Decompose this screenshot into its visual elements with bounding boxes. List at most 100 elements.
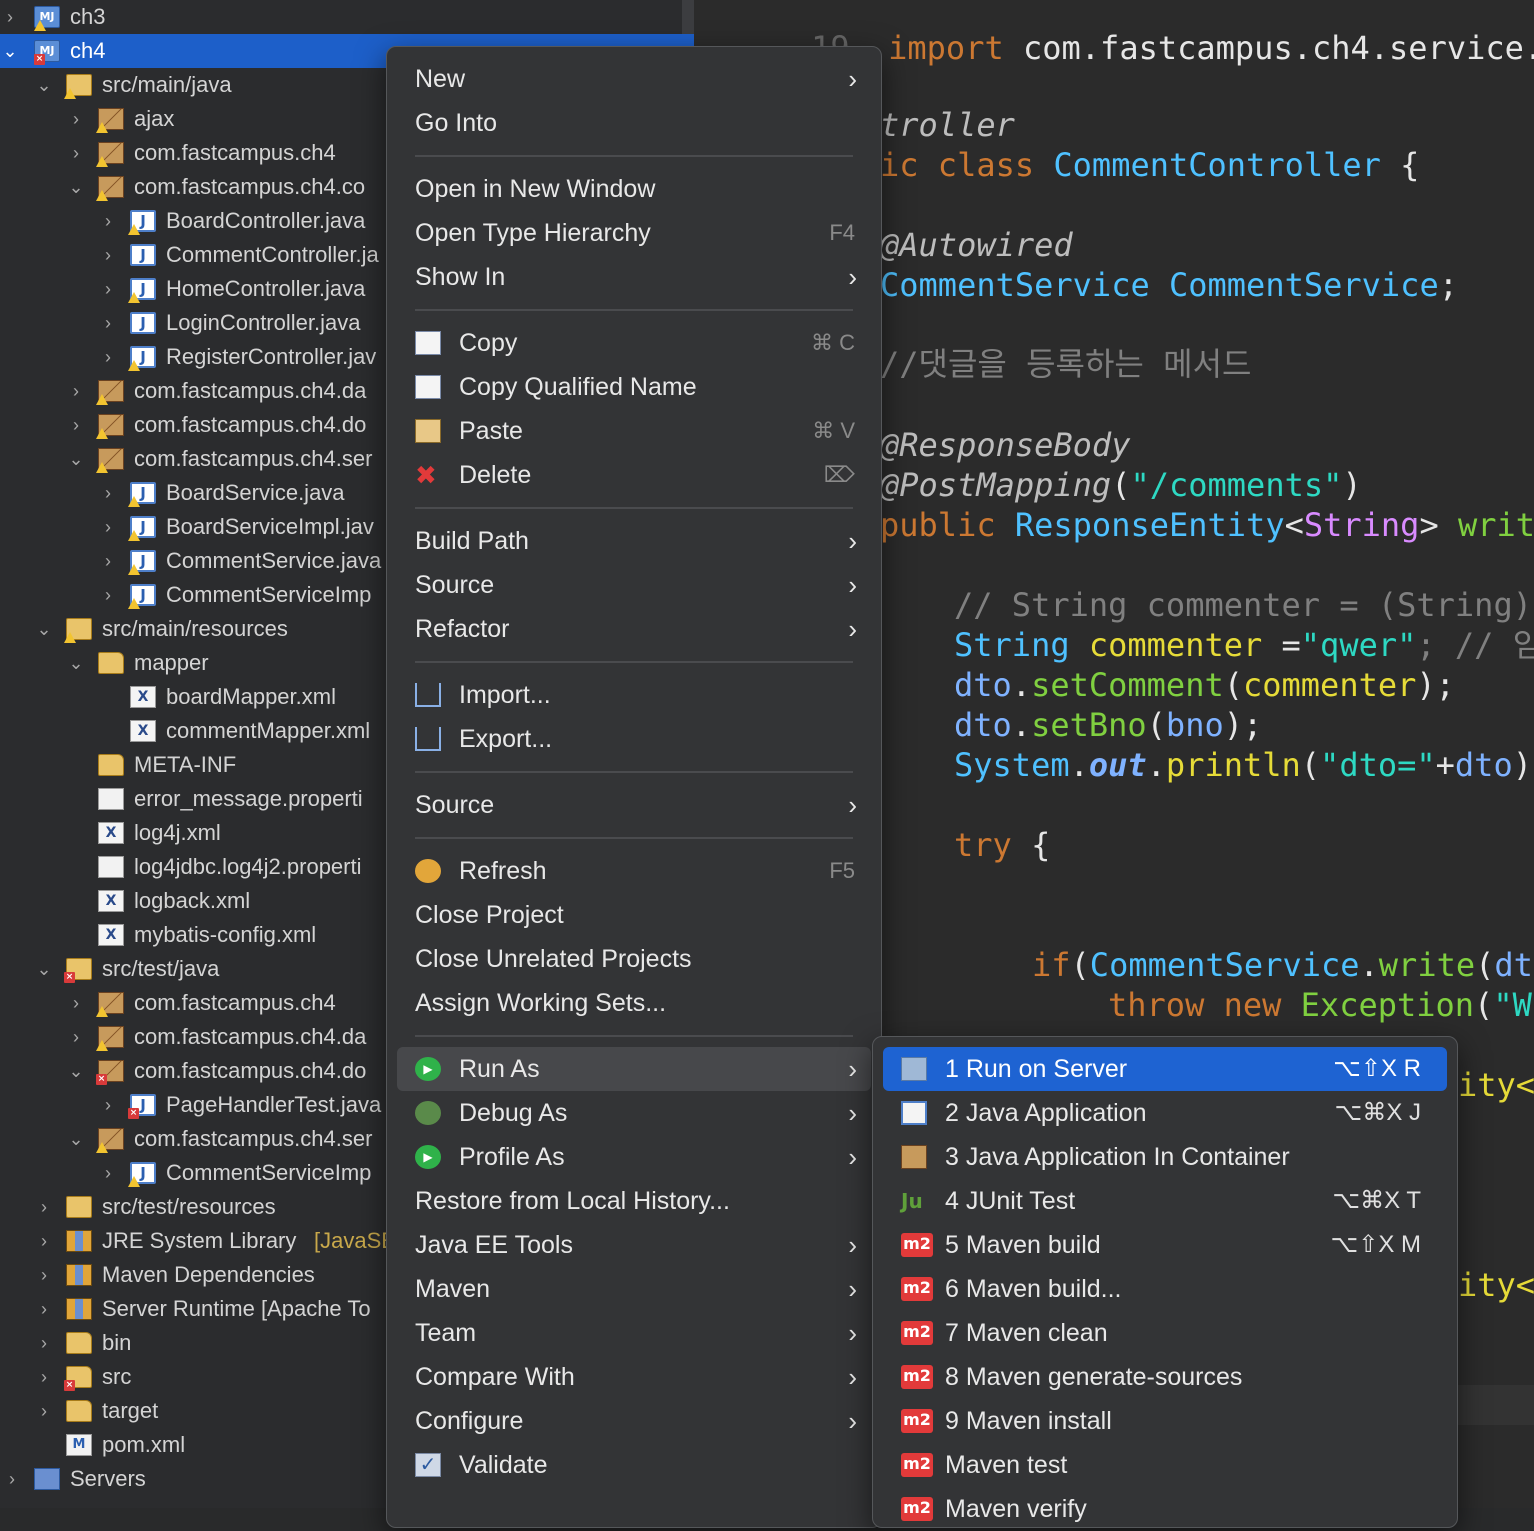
menu-item-shortcut: ⌥⇧X R [1333,1055,1421,1082]
tree-item-ch3[interactable]: › MJ ch3 [0,0,694,34]
menu-item-restore-from-local-history[interactable]: Restore from Local History... [397,1179,871,1223]
run-as-item-maven-test[interactable]: m2 Maven test [883,1443,1447,1487]
run-as-item-7-maven-clean[interactable]: m2 7 Maven clean [883,1311,1447,1355]
menu-item-copy[interactable]: Copy ⌘ C [397,321,871,365]
tree-item-label: ch4 [70,38,106,63]
menu-item-show-in[interactable]: Show In › [397,255,871,299]
menu-item-import[interactable]: Import... [397,673,871,717]
chevron-right-icon[interactable]: › [98,510,118,544]
run-as-item-2-java-application[interactable]: 2 Java Application ⌥⌘X J [883,1091,1447,1135]
code-token: import [888,29,1004,67]
run-as-item-1-run-on-server[interactable]: 1 Run on Server ⌥⇧X R [883,1047,1447,1091]
menu-item-compare-with[interactable]: Compare With › [397,1355,871,1399]
menu-item-build-path[interactable]: Build Path › [397,519,871,563]
menu-item-close-project[interactable]: Close Project [397,893,871,937]
menu-item-go-into[interactable]: Go Into [397,101,871,145]
menu-item-copy-qualified-name[interactable]: Copy Qualified Name [397,365,871,409]
refresh-icon [415,859,441,883]
run-as-item-8-maven-generate-sources[interactable]: m2 8 Maven generate-sources [883,1355,1447,1399]
chevron-right-icon[interactable]: › [98,578,118,612]
chevron-right-icon[interactable]: › [98,476,118,510]
chevron-right-icon[interactable]: › [2,1462,22,1496]
menu-item-java-ee-tools[interactable]: Java EE Tools › [397,1223,871,1267]
menu-item-label: Validate [459,1451,548,1479]
run-as-item-6-maven-build[interactable]: m2 6 Maven build... [883,1267,1447,1311]
menu-item-assign-working-sets[interactable]: Assign Working Sets... [397,981,871,1025]
menu-item-validate[interactable]: ✓ Validate [397,1443,871,1487]
chevron-right-icon[interactable]: › [66,408,86,442]
run-as-item-3-java-application-in-container[interactable]: 3 Java Application In Container [883,1135,1447,1179]
chevron-right-icon[interactable]: › [0,0,20,34]
menu-item-new[interactable]: New › [397,57,871,101]
chevron-right-icon[interactable]: › [98,340,118,374]
run-as-item-5-maven-build[interactable]: m2 5 Maven build ⌥⇧X M [883,1223,1447,1267]
chevron-down-icon[interactable]: ⌄ [66,1054,86,1088]
menu-item-label: Close Unrelated Projects [415,945,692,973]
menu-item-team[interactable]: Team › [397,1311,871,1355]
maven-pom-icon: M [66,1434,92,1456]
menu-item-configure[interactable]: Configure › [397,1399,871,1443]
menu-item-close-unrelated-projects[interactable]: Close Unrelated Projects [397,937,871,981]
chevron-right-icon[interactable]: › [34,1394,54,1428]
code-token: ity< [1458,1066,1534,1104]
chevron-right-icon[interactable]: › [34,1224,54,1258]
menu-item-refactor[interactable]: Refactor › [397,607,871,651]
menu-item-label: Team [415,1319,477,1347]
menu-item-open-type-hierarchy[interactable]: Open Type Hierarchy F4 [397,211,871,255]
menu-item-paste[interactable]: Paste ⌘ V [397,409,871,453]
chevron-right-icon[interactable]: › [34,1360,54,1394]
chevron-down-icon[interactable]: ⌄ [0,34,20,68]
menu-item-open-in-new-window[interactable]: Open in New Window [397,167,871,211]
menu-item-export[interactable]: Export... [397,717,871,761]
code-token: dt [1494,946,1533,984]
chevron-right-icon[interactable]: › [98,306,118,340]
chevron-down-icon[interactable]: ⌄ [34,952,54,986]
chevron-down-icon[interactable]: ⌄ [66,170,86,204]
code-token: setBno [1031,706,1147,744]
chevron-right-icon[interactable]: › [66,986,86,1020]
chevron-right-icon[interactable]: › [66,374,86,408]
menu-item-debug-as[interactable]: Debug As › [397,1091,871,1135]
menu-item-label: Build Path [415,527,529,555]
chevron-right-icon[interactable]: › [34,1190,54,1224]
menu-item-label: Maven [415,1275,491,1303]
chevron-down-icon[interactable]: ⌄ [34,612,54,646]
menu-item-profile-as[interactable]: ▶ Profile As › [397,1135,871,1179]
menu-item-source[interactable]: Source › [397,783,871,827]
menu-item-refresh[interactable]: Refresh F5 [397,849,871,893]
menu-item-delete[interactable]: ✖ Delete ⌦ [397,453,871,497]
run-as-item-4-junit-test[interactable]: Ju 4 JUnit Test ⌥⌘X T [883,1179,1447,1223]
menu-item-label: Assign Working Sets... [415,989,667,1017]
run-as-item-9-maven-install[interactable]: m2 9 Maven install [883,1399,1447,1443]
chevron-right-icon[interactable]: › [98,272,118,306]
chevron-right-icon[interactable]: › [34,1258,54,1292]
chevron-down-icon[interactable]: ⌄ [66,1122,86,1156]
chevron-right-icon[interactable]: › [66,136,86,170]
code-token: . [1011,706,1032,744]
chevron-right-icon[interactable]: › [98,1088,118,1122]
chevron-down-icon[interactable]: ⌄ [34,68,54,102]
chevron-right-icon[interactable]: › [98,544,118,578]
chevron-right-icon[interactable]: › [98,1156,118,1190]
chevron-right-icon[interactable]: › [66,102,86,136]
chevron-right-icon[interactable]: › [34,1326,54,1360]
code-token: ResponseEntity [1014,506,1285,544]
editor-highlight-line [1458,1385,1534,1425]
tree-item-label: com.fastcampus.ch4.do [134,412,367,437]
menu-item-maven[interactable]: Maven › [397,1267,871,1311]
chevron-right-icon[interactable]: › [34,1292,54,1326]
chevron-right-icon[interactable]: › [66,1020,86,1054]
export-icon [415,727,441,751]
code-token: @Autowired [880,226,1073,264]
chevron-right-icon[interactable]: › [98,238,118,272]
code-token: { [1380,146,1420,184]
menu-item-run-as[interactable]: ▶ Run As › [397,1047,871,1091]
code-token: ); [1416,666,1455,704]
menu-item-source[interactable]: Source › [397,563,871,607]
chevron-right-icon[interactable]: › [98,204,118,238]
chevron-down-icon[interactable]: ⌄ [66,442,86,476]
chevron-down-icon[interactable]: ⌄ [66,646,86,680]
menu-item-label: 5 Maven build [945,1231,1101,1259]
run-as-item-maven-verify[interactable]: m2 Maven verify [883,1487,1447,1531]
tree-item-label: src [102,1364,132,1389]
